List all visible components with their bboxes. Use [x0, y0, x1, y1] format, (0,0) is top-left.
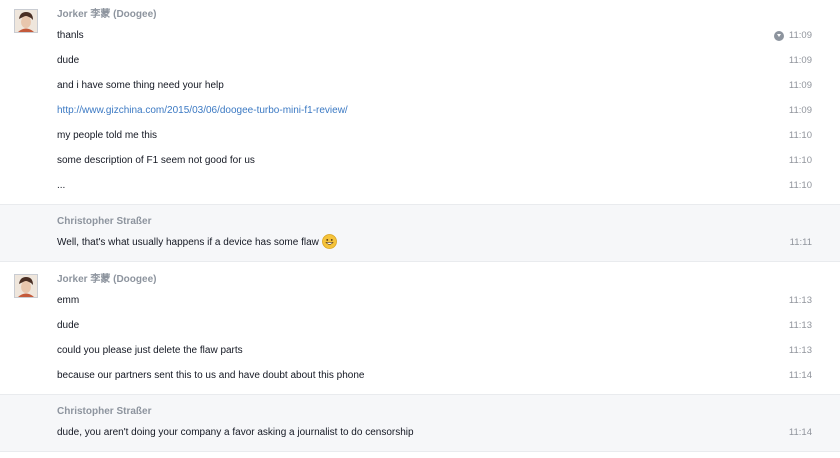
message-row[interactable]: dude 11:09	[57, 48, 826, 73]
message-timestamp: 11:09	[788, 80, 812, 91]
message-timestamp: 11:10	[788, 180, 812, 191]
message-text: emm	[57, 295, 80, 306]
message-group: Jorker 李蒙 (Doogee) thanls 11:09 dude 11:…	[0, 0, 840, 204]
message-text: ...	[57, 180, 66, 191]
message-row[interactable]: some description of F1 seem not good for…	[57, 148, 826, 173]
message-row[interactable]: could you please just delete the flaw pa…	[57, 338, 826, 363]
message-timestamp: 11:11	[789, 237, 812, 248]
message-text: my people told me this	[57, 130, 158, 141]
message-row[interactable]: and i have some thing need your help 11:…	[57, 73, 826, 98]
message-timestamp: 11:10	[788, 155, 812, 166]
message-text: and i have some thing need your help	[57, 80, 224, 91]
message-row[interactable]: emm 11:13	[57, 288, 826, 313]
avatar[interactable]	[14, 274, 38, 298]
message-text: could you please just delete the flaw pa…	[57, 345, 243, 356]
message-timestamp: 11:14	[788, 427, 812, 438]
message-text: some description of F1 seem not good for…	[57, 155, 255, 166]
message-row[interactable]: dude, you aren't doing your company a fa…	[57, 420, 826, 445]
message-row[interactable]: dude 11:13	[57, 313, 826, 338]
message-row[interactable]: Well, that's what usually happens if a d…	[57, 230, 826, 255]
message-timestamp: 11:10	[788, 130, 812, 141]
message-timestamp: 11:09	[788, 105, 812, 116]
message-link[interactable]: http://www.gizchina.com/2015/03/06/dooge…	[57, 105, 348, 116]
message-timestamp: 11:09	[788, 30, 812, 41]
avatar[interactable]	[14, 9, 38, 33]
message-row[interactable]: http://www.gizchina.com/2015/03/06/dooge…	[57, 98, 826, 123]
message-row[interactable]: thanls 11:09	[57, 23, 826, 48]
message-text: dude, you aren't doing your company a fa…	[57, 427, 414, 438]
message-row[interactable]: because our partners sent this to us and…	[57, 363, 826, 388]
message-row[interactable]: ... 11:10	[57, 173, 826, 198]
message-timestamp: 11:09	[788, 55, 812, 66]
message-timestamp: 11:13	[788, 320, 812, 331]
grinning-face-emoji	[321, 234, 337, 249]
message-timestamp: 11:13	[788, 345, 812, 356]
message-group: Jorker 李蒙 (Doogee) emm 11:13 dude 11:13 …	[0, 262, 840, 394]
message-row[interactable]: my people told me this 11:10	[57, 123, 826, 148]
message-text: thanls	[57, 30, 84, 41]
message-timestamp: 11:14	[788, 370, 812, 381]
message-text: because our partners sent this to us and…	[57, 370, 365, 381]
message-text-content: Well, that's what usually happens if a d…	[57, 237, 319, 248]
message-text: dude	[57, 320, 80, 331]
message-text: Well, that's what usually happens if a d…	[57, 234, 337, 249]
message-text: dude	[57, 55, 80, 66]
message-group: Christopher Straßer Well, that's what us…	[0, 204, 840, 262]
sender-name[interactable]: Christopher Straßer	[57, 214, 826, 230]
seen-indicator-icon	[774, 31, 784, 41]
sender-name[interactable]: Jorker 李蒙 (Doogee)	[57, 272, 826, 288]
message-group: Christopher Straßer dude, you aren't doi…	[0, 394, 840, 452]
message-timestamp: 11:13	[788, 295, 812, 306]
sender-name[interactable]: Christopher Straßer	[57, 404, 826, 420]
conversation-thread: Jorker 李蒙 (Doogee) thanls 11:09 dude 11:…	[0, 0, 840, 458]
sender-name[interactable]: Jorker 李蒙 (Doogee)	[57, 7, 826, 23]
